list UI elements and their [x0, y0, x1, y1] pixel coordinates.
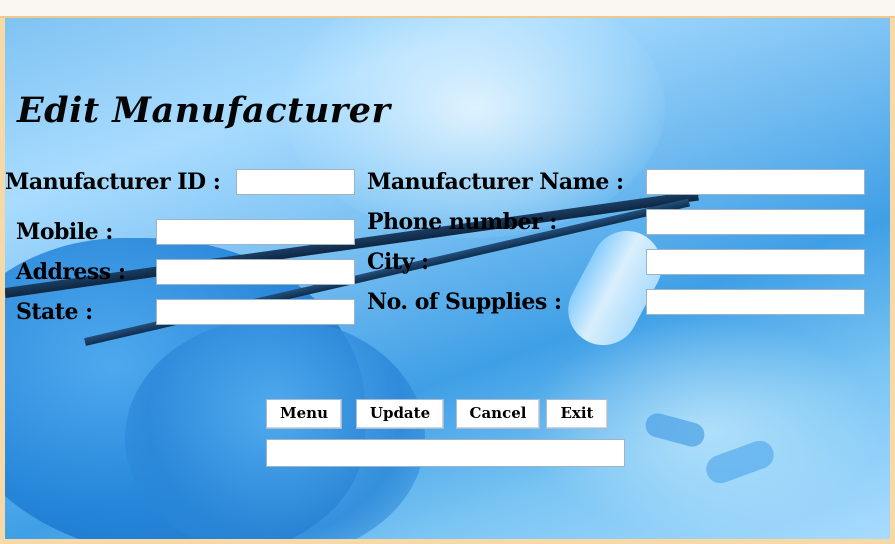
manufacturer-id-input[interactable]: [236, 169, 355, 195]
manufacturer-id-label: Manufacturer ID :: [5, 169, 221, 195]
no-of-supplies-label: No. of Supplies :: [367, 289, 562, 315]
state-input[interactable]: [156, 299, 355, 325]
phone-number-input[interactable]: [646, 209, 865, 235]
cancel-button[interactable]: Cancel: [456, 399, 540, 429]
page-title: Edit Manufacturer: [17, 90, 391, 131]
address-input[interactable]: [156, 259, 355, 285]
phone-number-label: Phone number :: [367, 209, 557, 235]
no-of-supplies-input[interactable]: [646, 289, 865, 315]
window-top-strip: [0, 0, 895, 18]
state-label: State :: [16, 299, 93, 325]
manufacturer-name-input[interactable]: [646, 169, 865, 195]
update-button[interactable]: Update: [356, 399, 444, 429]
city-input[interactable]: [646, 249, 865, 275]
mobile-label: Mobile :: [16, 219, 113, 245]
form-background: Edit Manufacturer Manufacturer ID : Mobi…: [5, 18, 890, 539]
exit-button[interactable]: Exit: [546, 399, 608, 429]
menu-button[interactable]: Menu: [266, 399, 342, 429]
city-label: City :: [367, 249, 429, 275]
manufacturer-name-label: Manufacturer Name :: [367, 169, 624, 195]
status-field[interactable]: [266, 439, 625, 467]
address-label: Address :: [16, 259, 126, 285]
mobile-input[interactable]: [156, 219, 355, 245]
